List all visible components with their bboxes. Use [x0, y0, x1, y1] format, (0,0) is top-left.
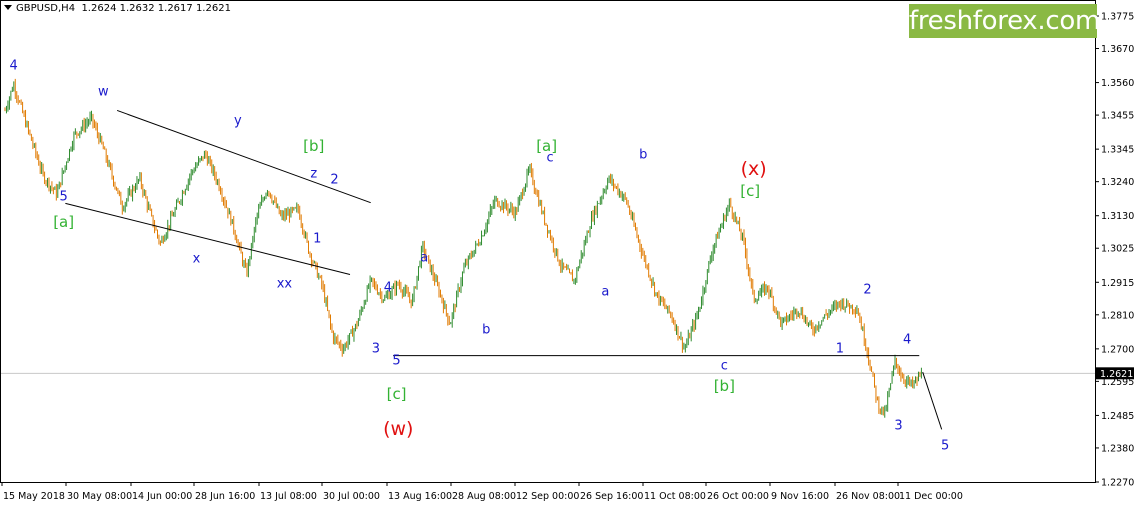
y-tick-label: 1.3775 [1101, 12, 1134, 23]
wave-label: (x) [740, 158, 767, 181]
y-tick-label: 1.3560 [1101, 78, 1134, 89]
wave-label: 4 [903, 332, 912, 348]
x-tick-label: 15 May 2018 [3, 491, 65, 502]
wave-label: 3 [371, 341, 381, 357]
y-tick-label: 1.3130 [1101, 211, 1134, 222]
x-tick-label: 28 Jun 16:00 [195, 491, 255, 502]
dropdown-triangle-icon[interactable] [4, 5, 12, 10]
x-tick-label: 14 Jun 00:00 [132, 491, 192, 502]
y-tick-label: 1.2700 [1101, 344, 1134, 355]
x-tick-label: 30 May 08:00 [67, 491, 132, 502]
x-tick-label: 30 Jul 00:00 [323, 491, 380, 502]
y-tick-label: 1.2380 [1101, 443, 1134, 454]
wave-label: [b] [303, 137, 325, 156]
wave-label: b [639, 147, 648, 163]
wave-label: [b] [713, 377, 735, 395]
wave-label: 5 [940, 438, 950, 454]
y-tick-label: 1.2485 [1101, 411, 1134, 422]
wave-label: 3 [894, 418, 903, 434]
wave-label: 1 [313, 231, 322, 247]
wave-label: 4 [9, 58, 18, 74]
y-tick-label: 1.3345 [1101, 145, 1134, 156]
brand-logo: freshforex.com [909, 4, 1100, 38]
wave-label: [c] [740, 181, 761, 200]
y-tick-label: 1.3455 [1101, 111, 1134, 122]
y-tick-label: 1.2915 [1101, 278, 1134, 289]
symbol-label: GBPUSD,H4 [16, 3, 76, 14]
x-tick-label: 26 Nov 08:00 [836, 491, 900, 502]
y-tick-label: 1.3025 [1101, 244, 1134, 255]
wave-label: 4 [383, 280, 393, 296]
x-tick-label: 12 Sep 00:00 [516, 491, 579, 502]
wave-label: (w) [383, 418, 414, 441]
wave-label: c [720, 358, 728, 374]
wave-label: 5 [59, 189, 68, 205]
x-tick-label: 26 Oct 00:00 [707, 491, 769, 502]
wave-label: [a] [53, 212, 75, 231]
y-tick-label: 1.2595 [1101, 377, 1134, 388]
x-tick-label: 11 Oct 08:00 [644, 491, 706, 502]
x-tick-label: 13 Jul 08:00 [260, 491, 317, 502]
x-tick-label: 9 Nov 16:00 [771, 491, 829, 502]
wave-label: a [601, 284, 610, 300]
x-tick-label: 26 Sep 16:00 [580, 491, 643, 502]
ohlc-values: 1.2624 1.2632 1.2617 1.2621 [81, 3, 231, 14]
y-tick-label: 1.2810 [1101, 310, 1134, 321]
x-axis: 15 May 2018 30 May 08:00 14 Jun 00:00 28 Ju… [1, 482, 963, 502]
y-axis: 1.3775 1.3670 1.3560 1.3455 1.3345 1.3240 1.31… [1095, 12, 1134, 489]
wave-label: w [97, 84, 109, 100]
wave-label: xx [276, 276, 293, 292]
wave-label: y [234, 113, 242, 129]
wave-label: 1 [835, 341, 845, 357]
x-tick-label: 13 Aug 16:00 [388, 491, 452, 502]
symbol-header: GBPUSD,H4 1.2624 1.2632 1.2617 1.2621 [4, 3, 231, 14]
y-tick-label: 1.3240 [1101, 177, 1134, 188]
x-tick-label: 28 Aug 08:00 [452, 491, 516, 502]
y-tick-label: 1.3670 [1101, 44, 1134, 55]
price-chart: 1.2621 1.37751.36701.35601.34551.33451.3… [0, 0, 1134, 502]
wave-label: 2 [330, 172, 339, 188]
y-tick-label: 1.2270 [1101, 478, 1134, 489]
wave-label: x [192, 251, 201, 267]
wave-label: [c] [386, 384, 407, 403]
wave-label: 2 [863, 282, 872, 298]
wave-label: b [482, 322, 491, 338]
x-tick-label: 11 Dec 00:00 [899, 491, 963, 502]
wave-label: z [310, 166, 318, 182]
wave-label: a [420, 250, 429, 265]
wave-label: 5 [392, 353, 401, 369]
wave-label: c [546, 150, 554, 166]
